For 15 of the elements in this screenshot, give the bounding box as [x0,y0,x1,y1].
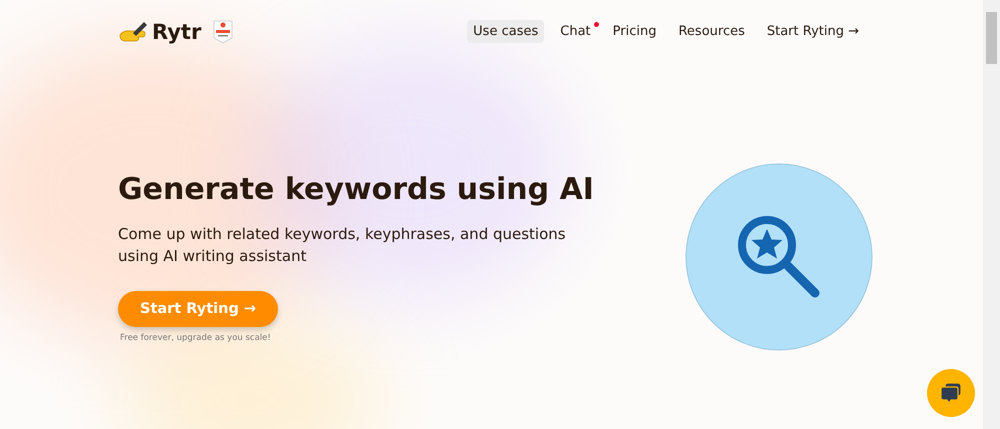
hero-title: Generate keywords using AI [118,172,594,206]
logo[interactable]: Rytr [152,20,202,44]
nav-link[interactable]: Resources [672,20,751,43]
chat-bubbles-icon [939,381,963,405]
cta-note: Free forever, upgrade as you scale! [120,332,271,342]
scrollbar[interactable] [983,0,1000,429]
writing-hand-icon [118,20,148,42]
hero-subtitle: Come up with related keywords, keyphrases, and questions using AI writing assistant [118,224,567,266]
nav-link[interactable]: Start Ryting → [760,20,865,43]
nav-link[interactable]: Pricing [606,20,662,43]
nav-link[interactable]: Use cases [467,20,544,43]
nav-link[interactable]: Chat [554,20,597,43]
award-badge-icon [213,20,234,44]
scrollbar-thumb[interactable] [986,12,997,64]
chat-button[interactable] [927,369,975,417]
